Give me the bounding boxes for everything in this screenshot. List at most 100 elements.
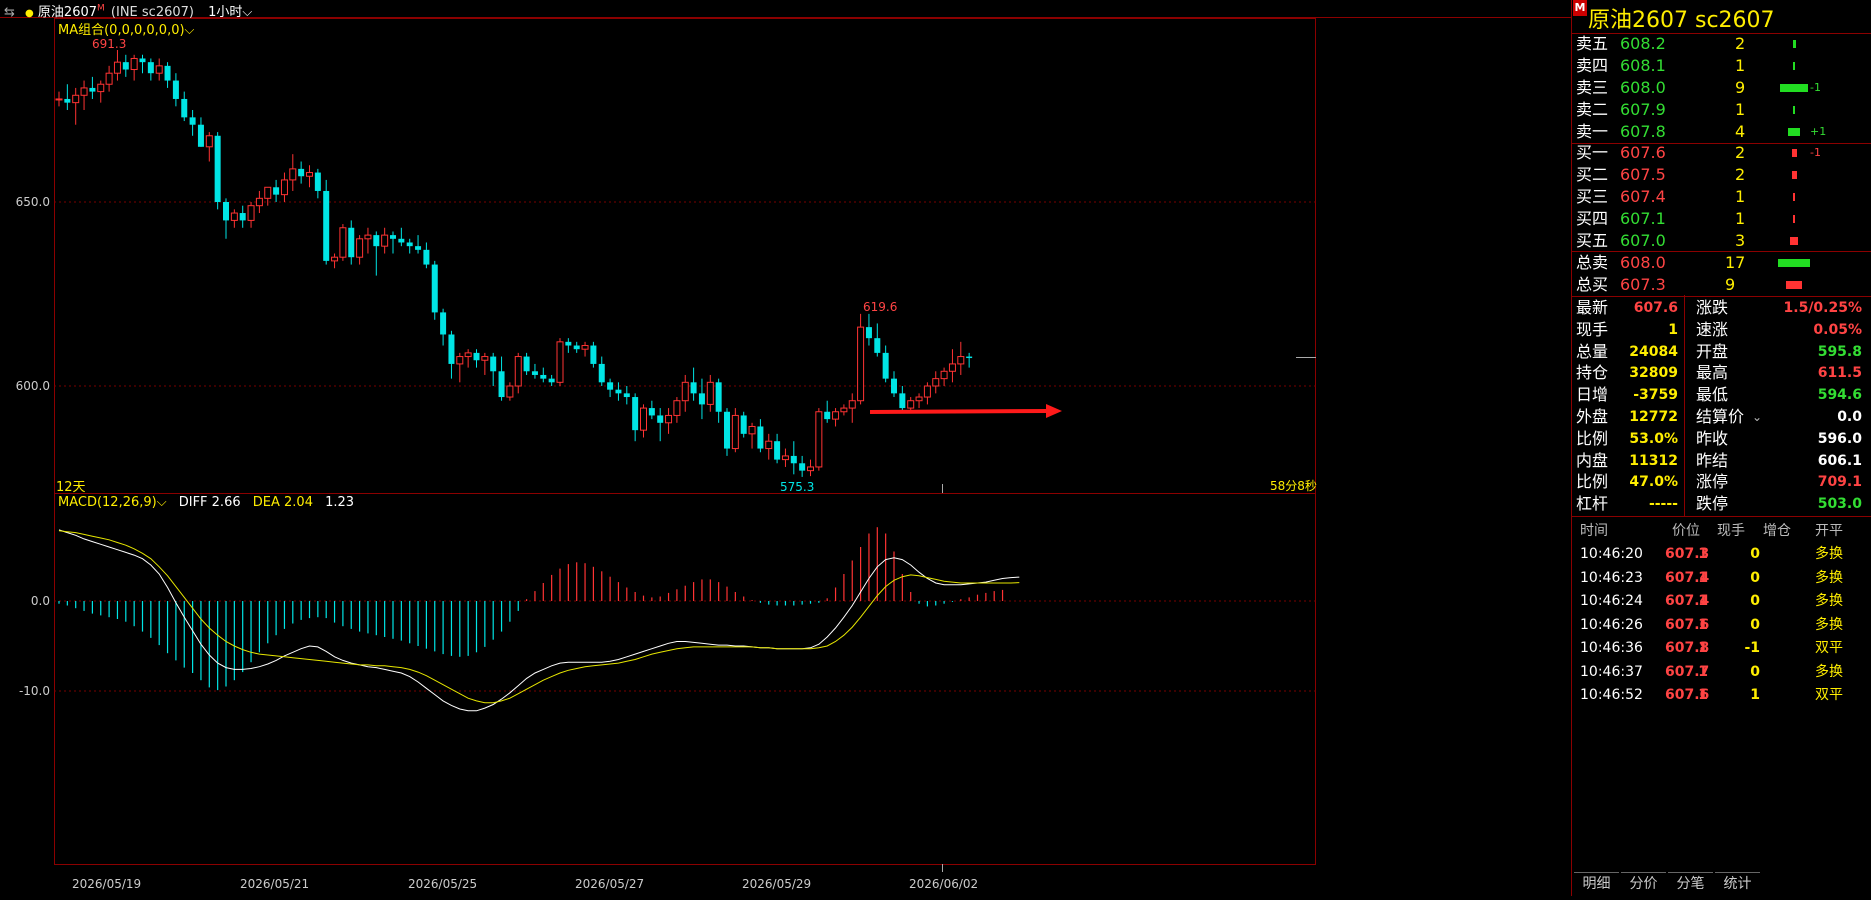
tick-hand: 1 (1698, 640, 1708, 656)
macd-selector[interactable]: MACD(12,26,9)⌵ (58, 495, 167, 510)
candle-body (415, 246, 422, 250)
candle-body (923, 385, 931, 398)
date-axis-label: 2026/05/27 (575, 877, 644, 891)
candle-body (314, 172, 321, 191)
candle-body (239, 213, 246, 221)
candle-body (181, 98, 188, 118)
candle-body (573, 345, 580, 350)
bid-depth-bar (1793, 215, 1795, 223)
tick-time: 10:46:26 (1580, 616, 1643, 633)
candle-body (448, 334, 455, 364)
chart-canvas[interactable]: 650.0 600.0 0.0 -10.0 2026/05/19 2026/05/21 20… (0, 0, 1571, 896)
macd-legend: MACD(12,26,9)⌵ DIFF 2.66 DEA 2.04 1.23 (58, 495, 354, 510)
candle-body (481, 356, 489, 361)
contract-code: (INE sc2607) (110, 5, 194, 20)
candle-body (431, 264, 438, 313)
candle-body (373, 235, 380, 247)
candle-body (891, 378, 897, 394)
date-axis-label: 2026/05/29 (742, 877, 811, 891)
candle-body (774, 441, 781, 460)
detail-tab[interactable]: 分笔 (1668, 872, 1713, 895)
tick-increment: 1 (1750, 687, 1760, 703)
candle-body (122, 62, 129, 70)
price-tick-label: 600.0 (16, 379, 50, 393)
swap-icon[interactable]: ⇆ (4, 5, 15, 20)
candle-body (205, 135, 213, 148)
candle-body (832, 411, 840, 420)
tick-row[interactable]: 10:46:20 607.3 1 0 多换 (1572, 541, 1871, 567)
candle-body (932, 378, 940, 387)
candle-body (214, 135, 221, 202)
candle-body (172, 80, 179, 99)
detail-tab[interactable]: 分价 (1621, 872, 1666, 895)
candle-body (899, 393, 906, 409)
candle-body (105, 72, 113, 85)
stat-row[interactable]: 杠杆 ----- 跌停 503.0 (1572, 491, 1871, 518)
tick-increment: 0 (1750, 569, 1760, 586)
tick-hand: 1 (1698, 663, 1708, 680)
quote-title: 原油2607 sc2607 (1588, 8, 1775, 33)
detail-tab[interactable]: 明细 (1574, 872, 1619, 895)
tick-row[interactable]: 10:46:24 607.4 1 0 多换 (1572, 588, 1871, 614)
tick-row[interactable]: 10:46:52 607.6 1 1 双平 (1572, 682, 1871, 708)
tick-time: 10:46:20 (1580, 546, 1643, 562)
macd-value: 1.23 (325, 495, 355, 510)
candle-body (740, 415, 747, 434)
candle-body (273, 187, 280, 195)
kline-chart-area[interactable]: 650.0 600.0 0.0 -10.0 2026/05/19 2026/05/21 20… (0, 0, 1571, 896)
candle-body (874, 338, 881, 353)
candle-body (948, 363, 956, 372)
tick-time: 10:46:37 (1580, 663, 1643, 680)
candle-body (590, 345, 597, 364)
candle-body (840, 407, 848, 413)
main-chart-frame (54, 18, 1316, 494)
candle-body (189, 117, 196, 125)
candle-body (957, 356, 965, 365)
candle-body (706, 381, 714, 405)
quote-panel: M 原油2607 sc2607 卖五 608.2 2 卖四 608.1 1 卖三 608.0 9… (1571, 0, 1871, 896)
candle-body (223, 202, 229, 221)
candle-body (765, 440, 773, 450)
dea-legend: DEA 2.04 (252, 495, 313, 510)
candle-body (915, 396, 923, 402)
local-high-label: 619.6 (863, 300, 897, 314)
candle-body (556, 341, 564, 383)
tick-row[interactable]: 10:46:37 607.7 1 0 多换 (1572, 659, 1871, 685)
tick-hand: 1 (1698, 687, 1708, 703)
tick-row[interactable]: 10:46:36 607.8 1 -1 双平 (1572, 635, 1871, 661)
quote-marker-badge: M (1573, 0, 1587, 16)
period-selector[interactable]: 1小时⌵ (208, 5, 252, 20)
ask-depth-bar (1788, 128, 1800, 136)
tick-row[interactable]: 10:46:23 607.4 1 0 多换 (1572, 565, 1871, 591)
candle-body (757, 426, 764, 449)
candle-body (648, 408, 655, 416)
candle-body (807, 466, 814, 472)
candle-body (748, 425, 756, 435)
low-price-label: 575.3 (780, 480, 814, 494)
tick-hand: 1 (1698, 593, 1708, 609)
detail-tab[interactable]: 统计 (1715, 872, 1760, 895)
candle-body (514, 356, 522, 387)
candle-body (440, 312, 447, 335)
tick-hand: 1 (1698, 616, 1708, 633)
tick-increment: 0 (1750, 616, 1760, 633)
tick-kind: 双平 (1815, 687, 1843, 703)
candle-body (55, 98, 63, 101)
bid-depth-bar (1791, 149, 1797, 157)
ma-indicator-selector[interactable]: MA组合(0,0,0,0,0,0)⌵ (58, 19, 194, 38)
title-bar: ⇆ ● 原油2607M (INE sc2607) 1小时⌵ (4, 1, 252, 20)
candle-body (289, 168, 297, 181)
candle-body (698, 393, 705, 405)
candle-body (97, 83, 105, 93)
total-depth-bar (1778, 259, 1810, 267)
candle-body (724, 411, 730, 449)
ask-depth-bar (1792, 40, 1796, 48)
tick-row[interactable]: 10:46:26 607.6 1 0 多换 (1572, 612, 1871, 638)
candle-body (498, 371, 505, 398)
candle-body (865, 327, 872, 339)
candlestick-series (55, 50, 973, 477)
candle-body (64, 98, 71, 103)
axis-labels: 650.0 600.0 0.0 -10.0 2026/05/19 2026/05/21 20… (16, 37, 979, 891)
candle-body (406, 242, 413, 247)
candle-body (147, 62, 154, 74)
